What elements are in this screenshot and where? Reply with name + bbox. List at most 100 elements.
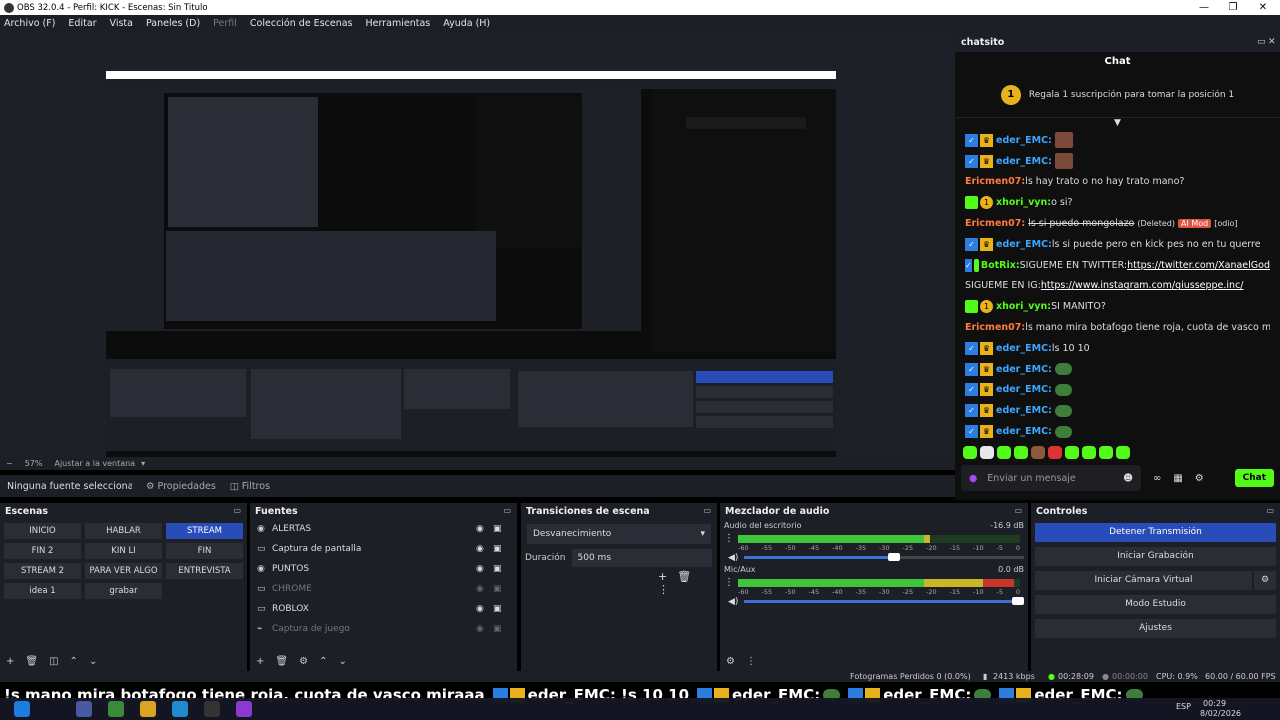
add-scene-plus-icon[interactable]: + [6, 656, 14, 667]
scene-button[interactable]: idea 1 [4, 583, 81, 599]
chat-message[interactable]: ✓ ♛ eder_EMC: ls 10 10 [965, 338, 1270, 359]
chat-username[interactable]: Ericmen07 [965, 218, 1021, 229]
eye-icon[interactable]: ◉ [476, 544, 484, 554]
app-icon[interactable] [76, 701, 92, 717]
emote-icon[interactable] [1031, 446, 1045, 460]
clock-time[interactable]: 00:29 [1203, 699, 1226, 708]
menu-herramientas[interactable]: Herramientas [366, 18, 431, 29]
lock-icon[interactable]: ▣ [493, 604, 502, 614]
menu-ayuda[interactable]: Ayuda (H) [443, 18, 490, 29]
chat-message[interactable]: 1 xhori_vyn: o si? [965, 192, 1270, 213]
emote-icon[interactable] [1082, 446, 1096, 460]
chat-message[interactable]: ✓ ♛ eder_EMC: ls si puede pero en kick pes… [965, 234, 1270, 255]
expand-chevron-icon[interactable]: ▼ [955, 118, 1280, 130]
undock-icon[interactable]: ▭ [503, 506, 511, 515]
app-icon[interactable] [236, 701, 252, 717]
preview-area[interactable] [0, 32, 955, 482]
chat-username[interactable]: BotRix [981, 260, 1016, 271]
lock-icon[interactable]: ▣ [493, 524, 502, 534]
chat-message[interactable]: ✓ ♛ eder_EMC: [965, 380, 1270, 401]
close-icon[interactable]: ✕ [1268, 37, 1276, 47]
maximize-button[interactable]: ❐ [1219, 0, 1247, 15]
undock-icon[interactable]: ▭ [703, 506, 711, 515]
move-down-chevron-icon[interactable]: ⌄ [89, 656, 97, 667]
minimize-button[interactable]: — [1190, 0, 1218, 15]
emote-icon[interactable] [997, 446, 1011, 460]
remove-transition-trash-icon[interactable]: 🗑 [677, 570, 691, 583]
menu-coleccion-escenas[interactable]: Colección de Escenas [250, 18, 353, 29]
channel-menu-icon[interactable]: ⋮ [724, 577, 738, 588]
chat-username[interactable]: eder_EMC [996, 426, 1048, 437]
scene-button[interactable]: STREAM 2 [4, 563, 81, 579]
speaker-icon[interactable]: ◀) [728, 597, 738, 607]
eye-off-icon[interactable]: ◉ [476, 584, 484, 594]
mixer-menu-icon[interactable]: ⋮ [746, 656, 756, 667]
chat-message[interactable]: ✓ ♛ eder_EMC: [965, 130, 1270, 151]
undock-icon[interactable]: ▭ [1266, 506, 1274, 515]
chat-message-list[interactable]: ✓ ♛ eder_EMC: ✓ ♛ eder_EMC: Ericmen07: ls hay … [955, 130, 1280, 442]
eye-icon[interactable]: ◉ [476, 604, 484, 614]
zoom-out-button[interactable]: − [6, 459, 13, 468]
chat-username[interactable]: eder_EMC [996, 343, 1048, 354]
mic-icon[interactable]: ● [969, 473, 977, 484]
language-indicator[interactable]: ESP [1176, 702, 1191, 711]
undock-icon[interactable]: ▭ [233, 506, 241, 515]
obs-taskbar-icon[interactable] [204, 701, 220, 717]
remove-source-trash-icon[interactable]: 🗑 [275, 656, 288, 667]
eye-off-icon[interactable]: ◉ [476, 624, 484, 634]
menu-paneles[interactable]: Paneles (D) [146, 18, 200, 29]
scene-button[interactable]: FIN 2 [4, 543, 81, 559]
lock-icon[interactable]: ▣ [493, 584, 502, 594]
windows-start-icon[interactable] [14, 701, 30, 717]
filters-button[interactable]: ◫ Filtros [230, 481, 270, 492]
properties-button[interactable]: ⚙ Propiedades [146, 481, 216, 492]
source-properties-gear-icon[interactable]: ⚙ [299, 656, 308, 667]
source-row[interactable]: ⌁ Captura de juego ◉ ▣ [250, 619, 517, 639]
add-source-plus-icon[interactable]: + [256, 656, 264, 667]
remove-scene-trash-icon[interactable]: 🗑 [25, 656, 38, 667]
lock-icon[interactable]: ▣ [493, 544, 502, 554]
link-icon[interactable]: ∞ [1153, 473, 1161, 484]
move-up-chevron-icon[interactable]: ⌃ [319, 656, 327, 667]
chat-message[interactable]: 1 xhori_vyn: SI MANITO? [965, 296, 1270, 317]
menu-vista[interactable]: Vista [110, 18, 133, 29]
emote-icon[interactable] [980, 446, 994, 460]
volume-slider[interactable]: ◀) [728, 596, 1025, 607]
chat-message[interactable]: SIGUEME EN IG: https://www.instagram.com… [965, 276, 1270, 297]
emote-icon[interactable] [1014, 446, 1028, 460]
emote-icon[interactable] [1065, 446, 1079, 460]
fit-dropdown-chevron-down-icon[interactable]: ▾ [141, 459, 145, 468]
emote-icon[interactable] [963, 446, 977, 460]
store-icon[interactable]: ▦ [1173, 473, 1182, 484]
more-menu-icon[interactable]: ⋮ [658, 583, 669, 596]
eye-icon[interactable]: ◉ [476, 524, 484, 534]
emote-icon[interactable] [1116, 446, 1130, 460]
source-row[interactable]: ◉ PUNTOS ◉ ▣ [250, 559, 517, 579]
menu-archivo[interactable]: Archivo (F) [4, 18, 55, 29]
settings-gear-icon[interactable]: ⚙ [1195, 473, 1204, 484]
lock-icon[interactable]: ▣ [493, 564, 502, 574]
chat-message[interactable]: Ericmen07: ls si puedo mongolazo (Deleted)… [965, 213, 1270, 234]
scene-button[interactable]: PARA VER ALGO [85, 563, 162, 579]
transition-select[interactable]: Desvanecimiento ▾ [527, 524, 711, 544]
pinned-gift-banner[interactable]: 1 Regala 1 suscripción para tomar la pos… [955, 72, 1280, 118]
source-row[interactable]: ▭ ROBLOX ◉ ▣ [250, 599, 517, 619]
scene-button[interactable]: grabar [85, 583, 162, 599]
start-virtual-camera-button[interactable]: Iniciar Cámara Virtual [1035, 571, 1252, 590]
file-explorer-icon[interactable] [140, 701, 156, 717]
chat-message[interactable]: Ericmen07: ls mano mira botafogo tiene r… [965, 317, 1270, 338]
close-button[interactable]: ✕ [1249, 0, 1277, 15]
scene-button[interactable]: FIN [166, 543, 243, 559]
start-recording-button[interactable]: Iniciar Grabación [1035, 547, 1276, 566]
chat-message-input[interactable]: ● Enviar un mensaje ☻ [961, 465, 1141, 491]
scene-filters-icon[interactable]: ◫ [49, 656, 58, 667]
chat-username[interactable]: eder_EMC [996, 156, 1048, 167]
volume-slider-knob[interactable] [887, 553, 900, 561]
stop-streaming-button[interactable]: Detener Transmisión [1035, 523, 1276, 542]
chat-username[interactable]: eder_EMC [996, 135, 1048, 146]
app-icon[interactable] [108, 701, 124, 717]
settings-button[interactable]: Ajustes [1035, 619, 1276, 638]
chat-message[interactable]: ✓ ♛ eder_EMC: [965, 359, 1270, 380]
source-row[interactable]: ▭ Captura de pantalla ◉ ▣ [250, 539, 517, 559]
scene-button[interactable]: STREAM [166, 523, 243, 539]
